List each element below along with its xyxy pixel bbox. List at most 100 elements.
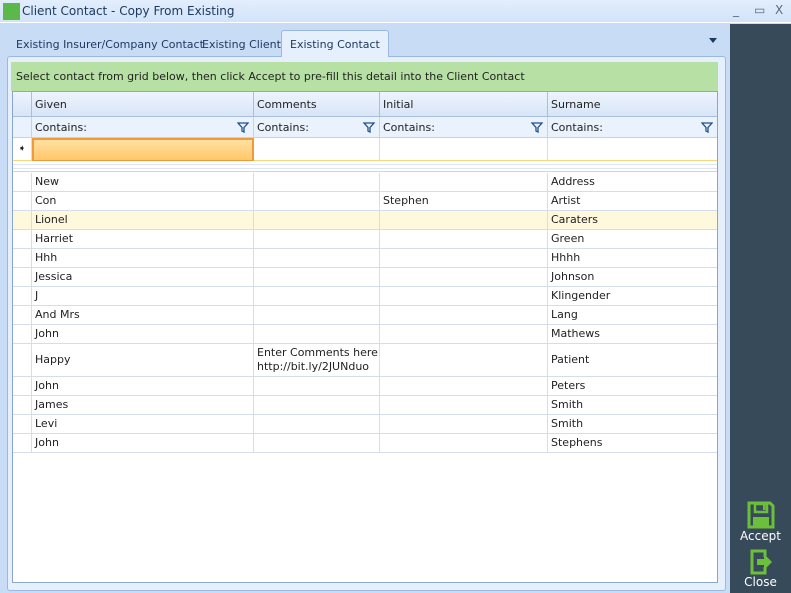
- row-header[interactable]: [13, 249, 32, 268]
- cell-surname[interactable]: Lang: [548, 306, 717, 325]
- column-header-given[interactable]: Given: [32, 92, 254, 117]
- cell-initial[interactable]: [380, 344, 548, 377]
- cell-surname[interactable]: Hhhh: [548, 249, 717, 268]
- cell-surname[interactable]: Address: [548, 173, 717, 192]
- new-given-input[interactable]: [32, 138, 254, 162]
- column-header-surname[interactable]: Surname: [548, 92, 717, 117]
- filter-operator-label[interactable]: Contains:: [35, 121, 87, 134]
- cell-given[interactable]: John: [32, 377, 254, 396]
- cell-given[interactable]: John: [32, 434, 254, 453]
- cell-given[interactable]: John: [32, 325, 254, 344]
- filter-funnel-icon[interactable]: [531, 122, 543, 133]
- cell-initial[interactable]: [380, 415, 548, 434]
- filter-operator-label[interactable]: Contains:: [383, 121, 435, 134]
- cell-comments[interactable]: [254, 268, 380, 287]
- cell-initial[interactable]: [380, 249, 548, 268]
- cell-given[interactable]: Happy: [32, 344, 254, 377]
- row-header[interactable]: [13, 268, 32, 287]
- cell-initial[interactable]: Stephen: [380, 192, 548, 211]
- cell-comments[interactable]: [254, 211, 380, 230]
- filter-funnel-icon[interactable]: [237, 122, 249, 133]
- cell-given[interactable]: Con: [32, 192, 254, 211]
- table-row[interactable]: Harriet Green: [13, 230, 717, 249]
- cell-surname[interactable]: Stephens: [548, 434, 717, 453]
- row-header[interactable]: [13, 306, 32, 325]
- cell-given[interactable]: New: [32, 173, 254, 192]
- cell-comments[interactable]: [254, 434, 380, 453]
- close-window-button[interactable]: X: [775, 3, 783, 17]
- cell-given[interactable]: Lionel: [32, 211, 254, 230]
- row-header[interactable]: [13, 173, 32, 192]
- cell-initial[interactable]: [380, 377, 548, 396]
- row-header[interactable]: [13, 377, 32, 396]
- cell-given[interactable]: Levi: [32, 415, 254, 434]
- filter-funnel-icon[interactable]: [701, 122, 713, 133]
- cell-surname[interactable]: Klingender: [548, 287, 717, 306]
- cell-comments[interactable]: [254, 230, 380, 249]
- filter-surname[interactable]: Contains:: [548, 117, 717, 138]
- table-row[interactable]: And Mrs Lang: [13, 306, 717, 325]
- new-initial-input[interactable]: [380, 138, 548, 162]
- table-row[interactable]: Levi Smith: [13, 415, 717, 434]
- cell-initial[interactable]: [380, 287, 548, 306]
- new-surname-input[interactable]: [548, 138, 717, 162]
- cell-surname[interactable]: Smith: [548, 415, 717, 434]
- filter-initial[interactable]: Contains:: [380, 117, 548, 138]
- tab-existing-insurer[interactable]: Existing Insurer/Company Contact: [8, 33, 212, 57]
- row-header[interactable]: [13, 287, 32, 306]
- cell-surname[interactable]: Johnson: [548, 268, 717, 287]
- table-row[interactable]: New Address: [13, 173, 717, 192]
- cell-initial[interactable]: [380, 211, 548, 230]
- table-row[interactable]: J Klingender: [13, 287, 717, 306]
- tab-existing-client[interactable]: Existing Client: [194, 33, 289, 57]
- cell-given[interactable]: Jessica: [32, 268, 254, 287]
- row-header[interactable]: [13, 211, 32, 230]
- cell-initial[interactable]: [380, 268, 548, 287]
- column-header-initial[interactable]: Initial: [380, 92, 548, 117]
- cell-initial[interactable]: [380, 396, 548, 415]
- table-row[interactable]: Hhh Hhhh: [13, 249, 717, 268]
- filter-operator-label[interactable]: Contains:: [257, 121, 309, 134]
- table-row[interactable]: James Smith: [13, 396, 717, 415]
- cell-initial[interactable]: [380, 230, 548, 249]
- cell-comments[interactable]: [254, 325, 380, 344]
- table-row[interactable]: Lionel Caraters: [13, 211, 717, 230]
- row-header[interactable]: [13, 192, 32, 211]
- cell-initial[interactable]: [380, 173, 548, 192]
- cell-initial[interactable]: [380, 325, 548, 344]
- maximize-button[interactable]: ▭: [754, 3, 765, 17]
- cell-surname[interactable]: Green: [548, 230, 717, 249]
- cell-comments[interactable]: [254, 173, 380, 192]
- table-row[interactable]: John Stephens: [13, 434, 717, 453]
- cell-surname[interactable]: Caraters: [548, 211, 717, 230]
- cell-given[interactable]: Hhh: [32, 249, 254, 268]
- tab-dropdown-icon[interactable]: [709, 38, 717, 43]
- table-row[interactable]: Happy Enter Comments here... http://bit.l…: [13, 344, 717, 377]
- cell-given[interactable]: James: [32, 396, 254, 415]
- filter-operator-label[interactable]: Contains:: [551, 121, 603, 134]
- cell-comments[interactable]: [254, 415, 380, 434]
- minimize-button[interactable]: _: [733, 3, 739, 17]
- cell-comments[interactable]: [254, 306, 380, 325]
- cell-comments[interactable]: [254, 377, 380, 396]
- row-header[interactable]: [13, 434, 32, 453]
- filter-given[interactable]: Contains:: [32, 117, 254, 138]
- cell-surname[interactable]: Peters: [548, 377, 717, 396]
- cell-given[interactable]: And Mrs: [32, 306, 254, 325]
- filter-comments[interactable]: Contains:: [254, 117, 380, 138]
- table-row[interactable]: Jessica Johnson: [13, 268, 717, 287]
- cell-comments[interactable]: [254, 287, 380, 306]
- row-header[interactable]: [13, 230, 32, 249]
- table-row[interactable]: Con Stephen Artist: [13, 192, 717, 211]
- cell-given[interactable]: Harriet: [32, 230, 254, 249]
- row-header[interactable]: [13, 396, 32, 415]
- cell-surname[interactable]: Smith: [548, 396, 717, 415]
- close-button[interactable]: Close: [730, 549, 791, 589]
- cell-surname[interactable]: Artist: [548, 192, 717, 211]
- new-comments-input[interactable]: [254, 138, 380, 162]
- table-row[interactable]: John Mathews: [13, 325, 717, 344]
- row-header[interactable]: [13, 415, 32, 434]
- row-header[interactable]: [13, 325, 32, 344]
- tab-existing-contact[interactable]: Existing Contact: [281, 30, 389, 57]
- cell-given[interactable]: J: [32, 287, 254, 306]
